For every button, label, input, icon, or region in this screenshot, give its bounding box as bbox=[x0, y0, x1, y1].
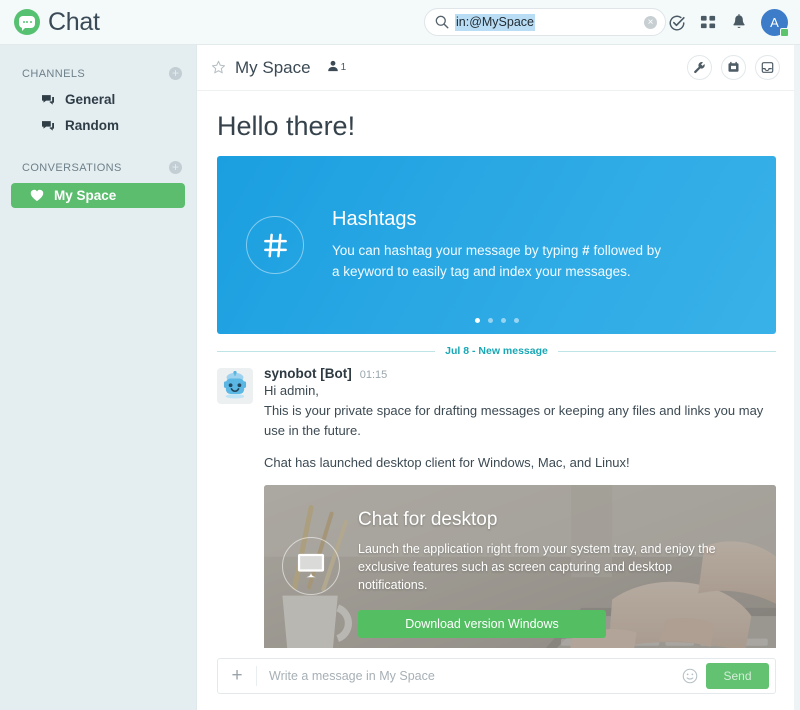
promo-title: Chat for desktop bbox=[358, 509, 498, 530]
banner-desc-bold: # bbox=[582, 243, 590, 258]
search-icon bbox=[435, 15, 449, 29]
message-item: synobot [Bot] 01:15 Hi admin, This is yo… bbox=[217, 366, 776, 648]
carousel-dots bbox=[217, 318, 776, 323]
chat-app-window: Chat in:@MySpace × A CHANNELS + General … bbox=[0, 0, 800, 710]
channel-icon bbox=[41, 94, 56, 106]
add-channel-plus-circle-icon[interactable]: + bbox=[169, 67, 182, 80]
message-line-1: Hi admin, bbox=[264, 383, 319, 398]
message-composer[interactable]: + Write a message in My Space Send bbox=[217, 658, 776, 694]
carousel-dot[interactable] bbox=[513, 318, 519, 323]
message-scroll-area[interactable]: Hello there! Hashtags You can hashtag yo… bbox=[197, 91, 794, 648]
add-conversation-plus-circle-icon[interactable]: + bbox=[169, 161, 182, 174]
plus-icon[interactable]: + bbox=[218, 665, 256, 687]
carousel-dot[interactable] bbox=[487, 318, 493, 323]
avatar-initial: A bbox=[770, 15, 779, 30]
sidebar-section-channels: CHANNELS + bbox=[0, 57, 196, 86]
banner-description: You can hashtag your message by typing #… bbox=[332, 240, 672, 282]
status-badge bbox=[780, 28, 789, 37]
date-divider-label: Jul 8 - New message bbox=[445, 345, 548, 357]
search-value[interactable]: in:@MySpace bbox=[455, 13, 535, 31]
message-author: synobot [Bot] bbox=[264, 366, 352, 381]
page-title: My Space bbox=[235, 57, 311, 77]
robot-avatar-icon[interactable] bbox=[217, 368, 253, 404]
grid-apps-icon[interactable] bbox=[700, 14, 717, 31]
member-count: 1 bbox=[340, 62, 347, 73]
sidebar-item-my-space[interactable]: My Space bbox=[11, 183, 185, 208]
sidebar-item-random[interactable]: Random bbox=[11, 113, 185, 138]
sidebar: CHANNELS + General Random CONVERSATIONS … bbox=[0, 45, 196, 710]
clear-circle-icon[interactable]: × bbox=[644, 16, 657, 29]
sidebar-item-label: General bbox=[65, 92, 116, 107]
message-header: synobot [Bot] 01:15 bbox=[264, 366, 776, 381]
wrench-icon[interactable] bbox=[687, 55, 712, 80]
date-divider: Jul 8 - New message bbox=[217, 345, 776, 357]
feature-banner[interactable]: Hashtags You can hashtag your message by… bbox=[217, 156, 776, 334]
bell-icon[interactable] bbox=[731, 14, 747, 31]
download-button[interactable]: Download version Windows bbox=[358, 610, 606, 638]
message-line-3: Chat has launched desktop client for Win… bbox=[264, 455, 630, 470]
greeting-heading: Hello there! bbox=[217, 111, 356, 141]
check-circle-icon[interactable] bbox=[668, 14, 686, 32]
hashtag-icon bbox=[246, 216, 304, 274]
carousel-dot[interactable] bbox=[474, 318, 480, 323]
sidebar-section-title: CONVERSATIONS bbox=[22, 161, 122, 174]
inbox-tray-icon[interactable] bbox=[755, 55, 780, 80]
search-container: in:@MySpace × bbox=[424, 8, 666, 36]
promo-description: Launch the application right from your s… bbox=[358, 542, 716, 592]
search-input[interactable]: in:@MySpace × bbox=[424, 8, 666, 36]
member-count-group[interactable]: 1 bbox=[327, 59, 347, 77]
message-time: 01:15 bbox=[359, 369, 388, 381]
message-body: synobot [Bot] 01:15 Hi admin, This is yo… bbox=[264, 366, 776, 648]
desktop-promo-card[interactable]: Chat for desktop Launch the application … bbox=[264, 485, 776, 648]
sidebar-item-label: Random bbox=[65, 118, 119, 133]
divider-line bbox=[217, 350, 436, 352]
message-line-2: This is your private space for drafting … bbox=[264, 403, 764, 438]
brand[interactable]: Chat bbox=[0, 8, 100, 37]
sidebar-section-title: CHANNELS bbox=[22, 67, 86, 80]
carousel-dot[interactable] bbox=[500, 318, 506, 323]
avatar[interactable]: A bbox=[761, 9, 789, 37]
heart-icon bbox=[30, 189, 45, 202]
send-button[interactable]: Send bbox=[706, 663, 769, 689]
channel-icon bbox=[41, 120, 56, 132]
message-input[interactable]: Write a message in My Space bbox=[257, 669, 682, 683]
banner-text: Hashtags You can hashtag your message by… bbox=[332, 208, 672, 282]
composer-container: + Write a message in My Space Send bbox=[197, 648, 794, 710]
banner-title: Hashtags bbox=[332, 208, 417, 230]
promo-text: Chat for desktop Launch the application … bbox=[358, 507, 730, 648]
header-actions bbox=[687, 55, 780, 80]
sidebar-item-label: My Space bbox=[54, 188, 117, 203]
sidebar-item-general[interactable]: General bbox=[11, 87, 185, 112]
sidebar-section-conversations: CONVERSATIONS + bbox=[0, 139, 196, 180]
divider-line bbox=[557, 350, 776, 352]
top-bar: Chat in:@MySpace × A bbox=[0, 0, 800, 45]
chat-header: My Space 1 bbox=[197, 45, 794, 91]
main-panel: My Space 1 Hello there! Hashtags You can… bbox=[196, 45, 800, 710]
banner-desc-part1: You can hashtag your message by typing bbox=[332, 243, 583, 258]
top-bar-icons: A bbox=[668, 0, 789, 45]
person-icon bbox=[327, 59, 339, 77]
brand-name: Chat bbox=[48, 7, 100, 36]
pin-board-icon[interactable] bbox=[721, 55, 746, 80]
desktop-monitor-icon bbox=[282, 537, 340, 595]
smiley-icon[interactable] bbox=[682, 668, 698, 684]
chat-bubble-logo-icon bbox=[14, 9, 40, 35]
star-outline-icon[interactable] bbox=[211, 60, 226, 75]
